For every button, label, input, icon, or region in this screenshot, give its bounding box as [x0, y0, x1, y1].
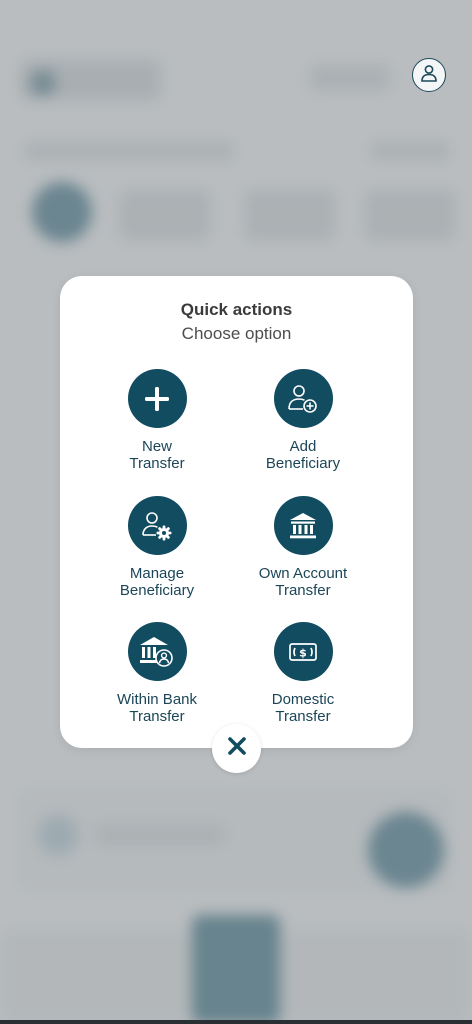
user-settings-icon [127, 496, 187, 555]
user-icon [419, 63, 439, 88]
modal-title: Quick actions [180, 300, 293, 319]
quick-actions-modal: Quick actions Choose option New Transfer… [60, 276, 413, 748]
profile-button[interactable] [412, 58, 446, 92]
new-transfer-label: New Transfer [129, 438, 185, 472]
new-transfer-action[interactable]: New Transfer [82, 369, 232, 472]
svg-text:$: $ [299, 646, 307, 659]
close-icon [226, 735, 248, 762]
bank-user-icon [127, 622, 187, 681]
add-beneficiary-label: Add Beneficiary [265, 438, 341, 472]
manage-beneficiary-label: Manage Beneficiary [119, 565, 195, 599]
add-user-icon [273, 369, 333, 428]
within-bank-transfer-label: Within Bank Transfer [116, 691, 198, 725]
add-beneficiary-action[interactable]: Add Beneficiary [228, 369, 378, 472]
own-account-transfer-label: Own Account Transfer [258, 565, 348, 599]
bank-icon [273, 496, 333, 555]
dollar-bill-icon: $ [273, 622, 333, 681]
system-nav-bar [0, 1020, 472, 1024]
own-account-transfer-action[interactable]: Own Account Transfer [228, 496, 378, 599]
domestic-transfer-label: Domestic Transfer [271, 691, 335, 725]
close-button[interactable] [212, 724, 261, 773]
plus-icon [127, 369, 187, 428]
domestic-transfer-action[interactable]: $ Domestic Transfer [228, 622, 378, 725]
manage-beneficiary-action[interactable]: Manage Beneficiary [82, 496, 232, 599]
modal-subtitle: Choose option [181, 324, 292, 343]
within-bank-transfer-action[interactable]: Within Bank Transfer [82, 622, 232, 725]
